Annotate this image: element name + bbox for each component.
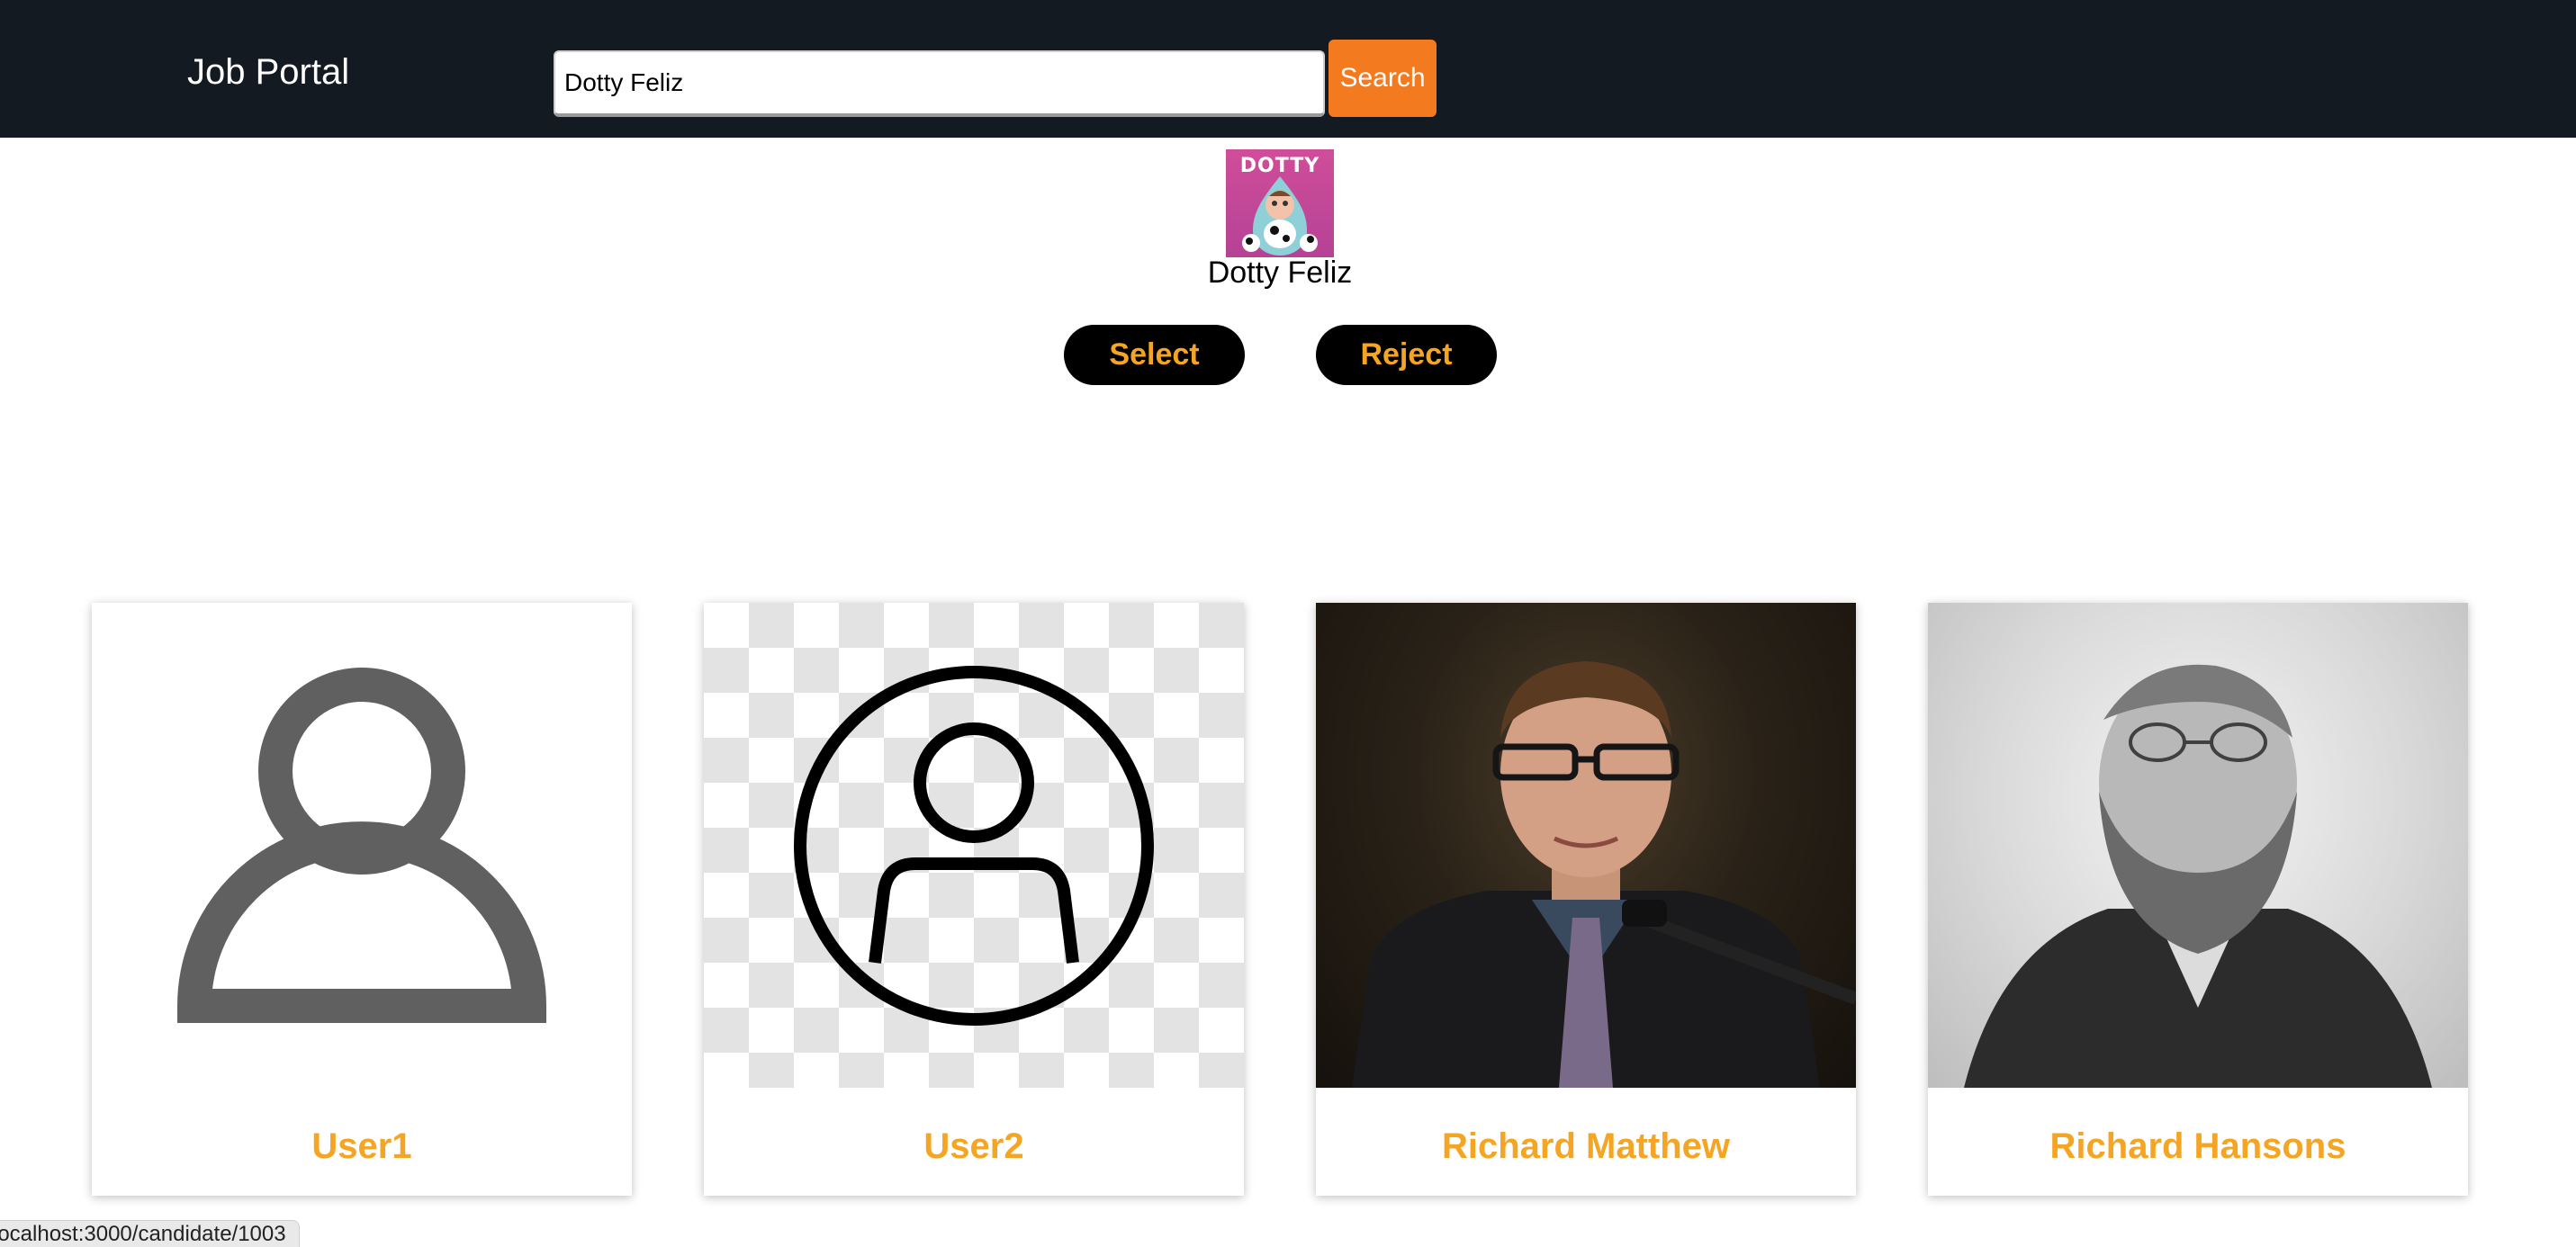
card-image — [704, 603, 1244, 1088]
card-name: User1 — [311, 1126, 412, 1166]
user-circle-icon — [794, 666, 1154, 1026]
card-photo — [1928, 603, 2468, 1088]
search-button[interactable]: Search — [1329, 40, 1437, 117]
portrait-photo — [1964, 664, 2432, 1088]
status-url: localhost:3000/candidate/1003 — [0, 1222, 286, 1246]
candidate-avatar: DOTTY — [1226, 149, 1334, 257]
card-name: Richard Hansons — [2049, 1126, 2346, 1166]
link-status-bar: localhost:3000/candidate/1003 — [0, 1220, 300, 1247]
person-outline-icon — [176, 668, 547, 1023]
candidate-card[interactable]: Richard Matthew — [1316, 603, 1856, 1196]
card-photo — [1316, 603, 1856, 1088]
candidate-name: Dotty Feliz — [1207, 256, 1353, 290]
candidate-card[interactable]: User2 — [704, 603, 1244, 1196]
candidate-card[interactable]: User1 — [92, 603, 632, 1196]
navbar: Job Portal Search — [0, 0, 2576, 138]
candidate-card[interactable]: Richard Hansons — [1928, 603, 2468, 1196]
search-input[interactable] — [554, 50, 1325, 117]
card-image — [92, 603, 632, 1088]
card-name: User2 — [923, 1126, 1024, 1166]
select-button[interactable]: Select — [1064, 325, 1245, 385]
doll-illustration — [1242, 176, 1318, 256]
portrait-photo — [1352, 661, 1856, 1088]
reject-button[interactable]: Reject — [1316, 325, 1497, 385]
card-name: Richard Matthew — [1441, 1126, 1731, 1166]
brand-title[interactable]: Job Portal — [187, 54, 349, 90]
